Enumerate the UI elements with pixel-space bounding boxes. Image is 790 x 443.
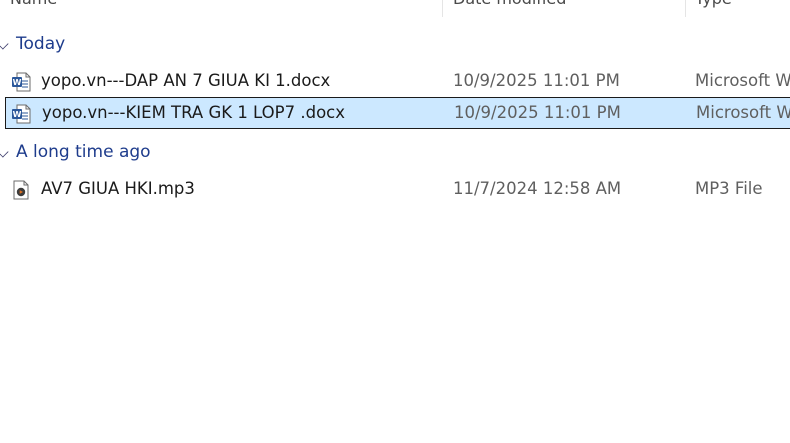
column-header-type[interactable]: Type (695, 0, 732, 16)
group-header-today[interactable]: Today (0, 31, 790, 59)
group-header-a-long-time-ago[interactable]: A long time ago (0, 139, 790, 167)
file-type: Microsoft Word Document (695, 71, 790, 90)
file-date-modified: 10/9/2025 11:01 PM (453, 71, 620, 90)
group-label: Today (16, 34, 66, 54)
group-label: A long time ago (16, 142, 151, 162)
column-header-name[interactable]: Name (10, 0, 57, 16)
file-row-selected[interactable]: W yopo.vn---KIEM TRA GK 1 LOP7 .docx 10/… (5, 97, 790, 129)
file-name: yopo.vn---DAP AN 7 GIUA KI 1.docx (41, 71, 331, 90)
column-header-row: Name Date modified Type (0, 0, 790, 17)
svg-text:W: W (13, 110, 22, 119)
chevron-down-icon[interactable] (0, 40, 9, 50)
column-header-date-modified[interactable]: Date modified (453, 0, 566, 16)
file-type: MP3 File (695, 179, 763, 198)
column-separator[interactable] (685, 0, 686, 17)
file-name: AV7 GIUA HKI.mp3 (41, 179, 195, 198)
file-type: Microsoft Word Document (696, 103, 790, 122)
mp3-audio-icon (11, 180, 31, 200)
file-row[interactable]: W yopo.vn---DAP AN 7 GIUA KI 1.docx 10/9… (5, 65, 790, 97)
chevron-down-icon[interactable] (0, 148, 9, 158)
word-document-icon: W (11, 72, 31, 92)
file-name: yopo.vn---KIEM TRA GK 1 LOP7 .docx (42, 103, 345, 122)
column-separator[interactable] (442, 0, 443, 17)
file-date-modified: 11/7/2024 12:58 AM (453, 179, 622, 198)
file-list-pane: Name Date modified Type Today W yopo.vn-… (0, 0, 790, 443)
word-document-icon: W (11, 104, 31, 124)
svg-text:W: W (13, 78, 22, 87)
file-date-modified: 10/9/2025 11:01 PM (454, 103, 621, 122)
file-row[interactable]: AV7 GIUA HKI.mp3 11/7/2024 12:58 AM MP3 … (5, 173, 790, 205)
